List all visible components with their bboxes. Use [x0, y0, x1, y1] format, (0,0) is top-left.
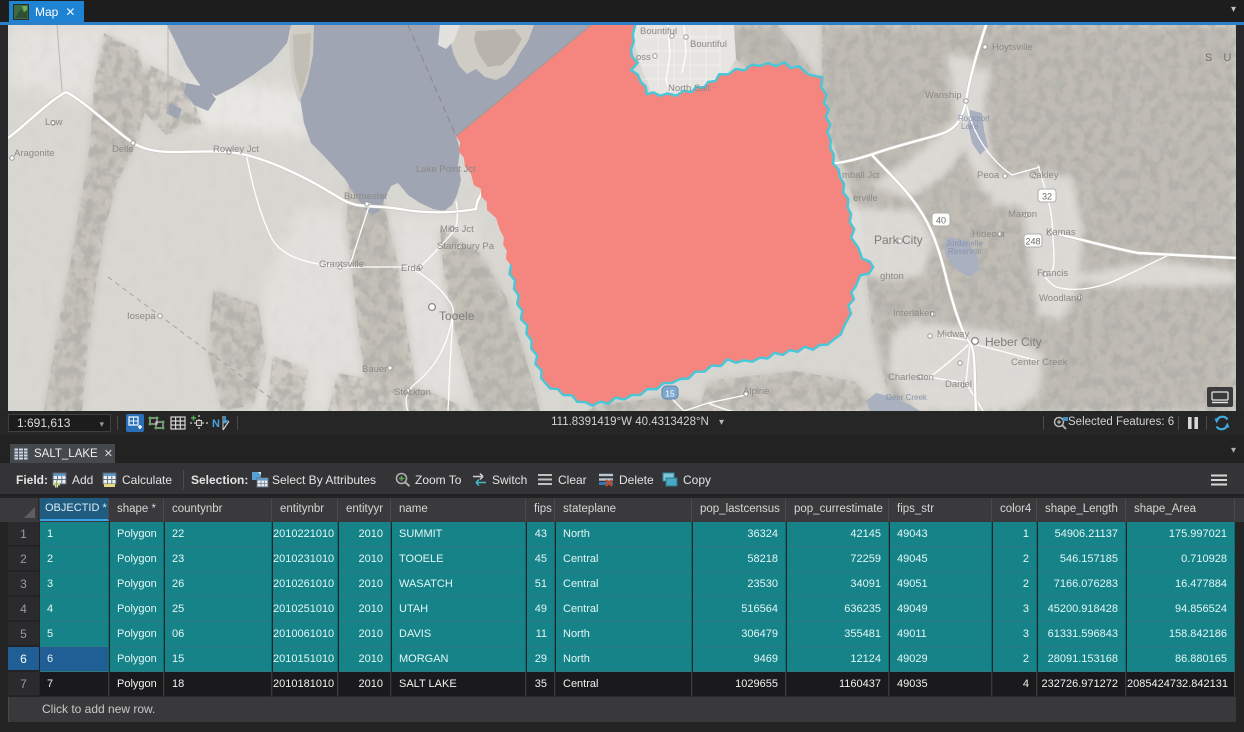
svg-text:Lake Point Jct: Lake Point Jct: [416, 164, 476, 175]
svg-text:Bountiful: Bountiful: [640, 26, 677, 37]
svg-text:Low: Low: [45, 117, 63, 128]
svg-text:Bauer: Bauer: [362, 364, 387, 375]
svg-text:Erda: Erda: [401, 263, 422, 274]
svg-text:Park City: Park City: [874, 233, 923, 247]
svg-text:Interlaken: Interlaken: [893, 308, 935, 319]
svg-text:mball Jct: mball Jct: [842, 170, 880, 181]
svg-text:Charleston: Charleston: [888, 372, 934, 383]
svg-text:Aragonite: Aragonite: [14, 148, 55, 159]
svg-text:Hoytsville: Hoytsville: [992, 42, 1033, 53]
svg-text:32: 32: [1042, 192, 1052, 202]
svg-text:Iosepa: Iosepa: [127, 311, 156, 322]
svg-text:Stockton: Stockton: [394, 387, 431, 398]
svg-text:Peoa: Peoa: [977, 170, 1000, 181]
svg-text:Bountiful: Bountiful: [690, 39, 727, 50]
svg-text:Kamas: Kamas: [1046, 227, 1076, 238]
svg-text:Reservoir: Reservoir: [948, 247, 983, 256]
svg-text:erville: erville: [853, 193, 878, 204]
svg-text:Center Creek: Center Creek: [1011, 357, 1068, 368]
svg-text:40: 40: [936, 216, 946, 226]
svg-text:S U: S U: [1205, 52, 1235, 64]
svg-text:Delle: Delle: [112, 144, 134, 155]
svg-text:Francis: Francis: [1037, 268, 1068, 279]
svg-text:Marion: Marion: [1008, 209, 1037, 220]
svg-text:Oakley: Oakley: [1029, 170, 1059, 181]
svg-text:Heber City: Heber City: [985, 335, 1042, 349]
svg-text:Burmester: Burmester: [344, 191, 388, 202]
svg-text:15: 15: [665, 389, 675, 399]
svg-text:oss: oss: [636, 52, 651, 63]
svg-text:Alpine: Alpine: [743, 386, 769, 397]
svg-text:ghton: ghton: [880, 271, 904, 282]
svg-text:North Salt: North Salt: [668, 83, 711, 94]
svg-text:Deer Creek: Deer Creek: [886, 393, 928, 402]
svg-text:Daniel: Daniel: [945, 379, 972, 390]
svg-text:Midway: Midway: [937, 329, 969, 340]
svg-text:Grantsville: Grantsville: [319, 259, 364, 270]
svg-text:Woodland: Woodland: [1039, 293, 1082, 304]
svg-text:N: N: [212, 418, 220, 430]
svg-text:Mills Jct: Mills Jct: [440, 224, 474, 235]
svg-text:Lake: Lake: [961, 122, 979, 131]
svg-text:248: 248: [1025, 237, 1040, 247]
svg-text:Rowley Jct: Rowley Jct: [213, 144, 259, 155]
svg-text:Wanship: Wanship: [925, 90, 962, 101]
svg-text:Stansbury Pa: Stansbury Pa: [437, 241, 495, 252]
svg-text:Tooele: Tooele: [439, 309, 475, 323]
